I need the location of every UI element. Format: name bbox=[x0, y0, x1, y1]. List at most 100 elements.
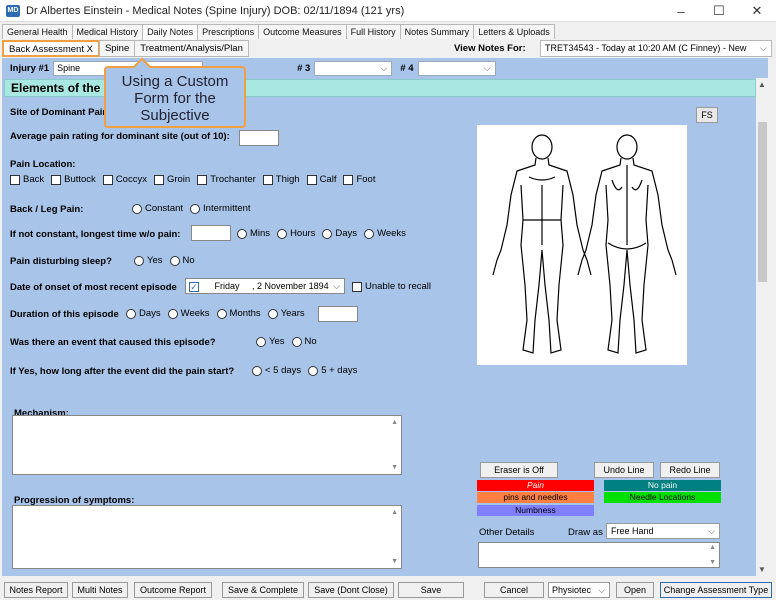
event-yes-radio[interactable] bbox=[256, 336, 266, 347]
legend-needle-locations[interactable]: Needle Locations bbox=[604, 492, 721, 503]
minimize-button[interactable]: – bbox=[662, 0, 700, 22]
injury-4-select[interactable]: ⌵ bbox=[417, 60, 496, 76]
tab-general-health[interactable]: General Health bbox=[2, 24, 73, 39]
mechanism-textarea[interactable]: ▲ ▼ bbox=[12, 415, 402, 475]
tab-treatment-plan[interactable]: Treatment/Analysis/Plan bbox=[134, 40, 249, 57]
onset-date: , 2 November 1894 bbox=[252, 281, 329, 291]
chevron-down-icon: ⌵ bbox=[380, 62, 388, 73]
after-5plus-radio[interactable] bbox=[308, 365, 319, 376]
maximize-button[interactable]: ☐ bbox=[700, 0, 738, 22]
cancel-button[interactable]: Cancel bbox=[484, 582, 544, 598]
intermittent-radio[interactable] bbox=[190, 203, 201, 214]
pain-location-label: Pain Location: bbox=[10, 159, 76, 170]
hours-radio[interactable] bbox=[277, 228, 288, 239]
duration-days-radio[interactable] bbox=[126, 308, 136, 319]
sleep-no-label: No bbox=[182, 255, 195, 266]
weeks-radio[interactable] bbox=[364, 228, 375, 239]
tab-prescriptions[interactable]: Prescriptions bbox=[197, 24, 260, 39]
onset-date-picker[interactable]: ✓ Friday , 2 November 1894 ⌵ bbox=[185, 278, 345, 294]
outcome-report-button[interactable]: Outcome Report bbox=[134, 582, 212, 598]
body-chart-canvas[interactable] bbox=[477, 125, 687, 365]
vertical-scrollbar[interactable]: ▲ ▼ bbox=[756, 78, 768, 576]
tab-full-history[interactable]: Full History bbox=[345, 24, 401, 39]
scrollbar-thumb[interactable] bbox=[758, 122, 767, 282]
save-dont-close-button[interactable]: Save (Dont Close) bbox=[308, 582, 394, 598]
after-5plus-label: 5 + days bbox=[321, 365, 358, 376]
onset-day: Friday bbox=[214, 281, 240, 291]
sleep-label: Pain disturbing sleep? bbox=[10, 256, 112, 267]
event-no-radio[interactable] bbox=[291, 336, 302, 347]
sleep-yes-radio[interactable] bbox=[134, 255, 144, 266]
mins-radio[interactable] bbox=[237, 228, 247, 239]
tab-medical-history[interactable]: Medical History bbox=[71, 24, 144, 39]
longest-label: If not constant, longest time w/o pain: bbox=[10, 229, 181, 240]
legend-pins-needles[interactable]: pins and needles bbox=[477, 492, 594, 503]
tab-spine[interactable]: Spine bbox=[98, 40, 136, 57]
avg-pain-input[interactable] bbox=[239, 130, 279, 146]
duration-label: Duration of this episode bbox=[10, 309, 119, 320]
save-button[interactable]: Save bbox=[398, 582, 464, 598]
scroll-down-icon: ▼ bbox=[391, 558, 398, 565]
fullscreen-button[interactable]: FS bbox=[696, 107, 718, 123]
open-button[interactable]: Open bbox=[616, 582, 654, 598]
trochanter-checkbox[interactable] bbox=[197, 174, 208, 185]
injury-1-label: Injury #1 bbox=[10, 62, 50, 74]
onset-label: Date of onset of most recent episode bbox=[10, 282, 177, 293]
legend-numbness[interactable]: Numbness bbox=[477, 505, 594, 516]
view-notes-select[interactable]: TRET34543 - Today at 10:20 AM (C Finney)… bbox=[540, 40, 772, 57]
duration-months-radio[interactable] bbox=[216, 308, 227, 319]
longest-input[interactable] bbox=[191, 225, 231, 241]
callout-text: Using a Custom Form for the Subjective bbox=[121, 73, 229, 124]
redo-line-button[interactable]: Redo Line bbox=[660, 462, 720, 478]
foot-checkbox[interactable] bbox=[343, 174, 354, 185]
save-complete-button[interactable]: Save & Complete bbox=[222, 582, 304, 598]
scroll-up-icon[interactable]: ▲ bbox=[756, 80, 768, 89]
tab-back-assessment[interactable]: Back Assessment X bbox=[2, 40, 100, 57]
draw-as-select[interactable]: Free Hand ⌵ bbox=[606, 523, 720, 539]
coccyx-checkbox[interactable] bbox=[102, 174, 113, 185]
notes-report-button[interactable]: Notes Report bbox=[4, 582, 68, 598]
legend-pain[interactable]: Pain bbox=[477, 480, 594, 491]
tab-daily-notes[interactable]: Daily Notes bbox=[142, 24, 199, 40]
scroll-down-icon[interactable]: ▼ bbox=[756, 565, 768, 574]
change-assessment-type-button[interactable]: Change Assessment Type bbox=[660, 582, 772, 598]
back-checkbox[interactable] bbox=[10, 174, 20, 185]
chevron-down-icon: ⌵ bbox=[333, 281, 340, 291]
after-label: If Yes, how long after the event did the… bbox=[10, 366, 235, 377]
thigh-label: Thigh bbox=[275, 174, 300, 185]
trochanter-label: Trochanter bbox=[210, 174, 256, 185]
duration-years-radio[interactable] bbox=[267, 308, 278, 319]
multi-notes-button[interactable]: Multi Notes bbox=[72, 582, 128, 598]
thigh-checkbox[interactable] bbox=[262, 174, 273, 185]
injury-4-label: # 4 bbox=[400, 62, 414, 74]
duration-input[interactable] bbox=[318, 306, 358, 322]
calf-checkbox[interactable] bbox=[306, 174, 317, 185]
unable-label: Unable to recall bbox=[365, 281, 432, 292]
injury-3-select[interactable]: ⌵ bbox=[314, 60, 393, 76]
physio-select[interactable]: Physiotec ⌵ bbox=[548, 582, 610, 598]
buttock-checkbox[interactable] bbox=[51, 174, 62, 185]
event-yes-label: Yes bbox=[269, 336, 285, 347]
progression-textarea[interactable]: ▲ ▼ bbox=[12, 505, 402, 569]
onset-checkbox[interactable]: ✓ bbox=[189, 281, 199, 292]
legend-no-pain[interactable]: No pain bbox=[604, 480, 721, 491]
scroll-up-icon: ▲ bbox=[391, 509, 398, 516]
tab-outcome-measures[interactable]: Outcome Measures bbox=[258, 24, 347, 39]
duration-weeks-radio[interactable] bbox=[167, 308, 178, 319]
unable-checkbox[interactable] bbox=[352, 281, 362, 292]
after-lt5-label: < 5 days bbox=[265, 365, 302, 376]
days-radio[interactable] bbox=[322, 228, 333, 239]
event-label: Was there an event that caused this epis… bbox=[10, 337, 216, 348]
tab-letters-uploads[interactable]: Letters & Uploads bbox=[473, 24, 555, 39]
sub-tabs: Back Assessment X Spine Treatment/Analys… bbox=[0, 40, 249, 57]
constant-radio[interactable] bbox=[132, 203, 142, 214]
tab-notes-summary[interactable]: Notes Summary bbox=[399, 24, 475, 39]
groin-checkbox[interactable] bbox=[153, 174, 164, 185]
after-lt5-radio[interactable] bbox=[252, 365, 262, 376]
eraser-button[interactable]: Eraser is Off bbox=[480, 462, 558, 478]
other-details-textarea[interactable]: ▲ ▼ bbox=[478, 542, 720, 568]
close-button[interactable]: ✕ bbox=[738, 0, 776, 22]
sleep-no-radio[interactable] bbox=[169, 255, 180, 266]
undo-line-button[interactable]: Undo Line bbox=[594, 462, 654, 478]
sleep-yes-label: Yes bbox=[147, 255, 163, 266]
